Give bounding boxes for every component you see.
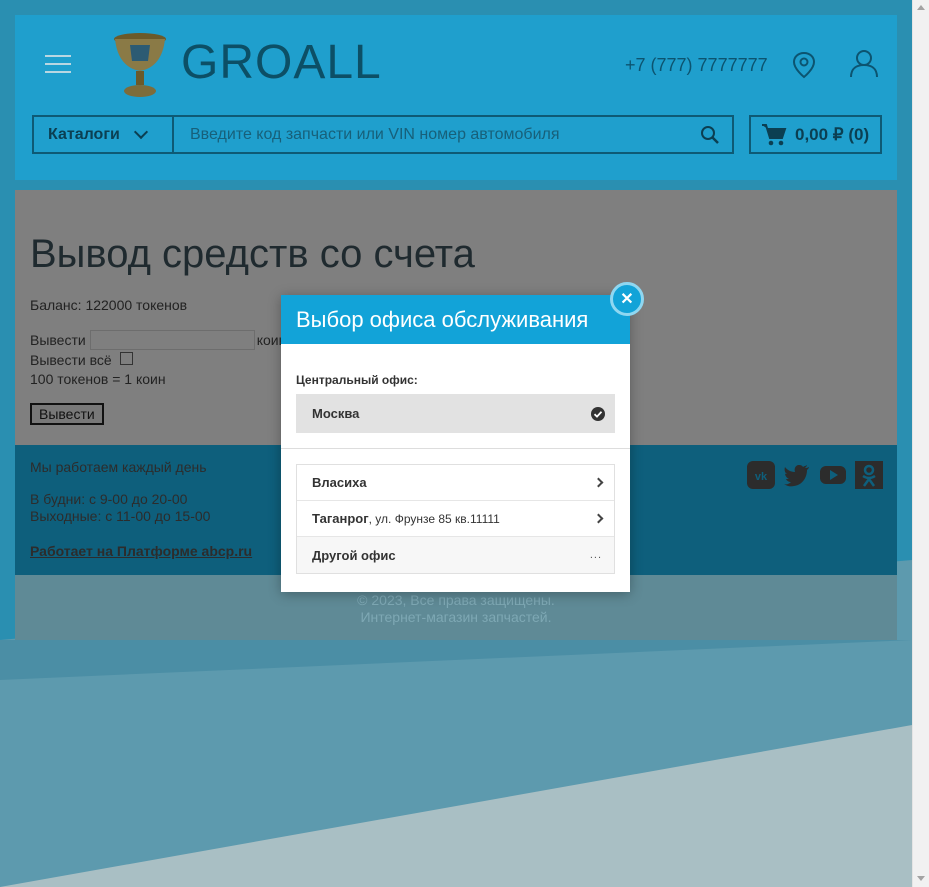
phone-number[interactable]: +7 (777) 7777777 — [625, 55, 768, 76]
twitter-icon[interactable] — [783, 461, 811, 489]
shop-line: Интернет-магазин запчастей. — [360, 609, 552, 625]
platform-link[interactable]: Работает на Платформе abcp.ru — [30, 543, 252, 559]
balance-text: Баланс: 122000 токенов — [30, 297, 188, 313]
exchange-rate-text: 100 токенов = 1 коин — [30, 371, 166, 387]
catalog-dropdown-button[interactable]: Каталоги — [34, 117, 174, 152]
cart-button[interactable]: 0,00 ₽ (0) — [749, 115, 882, 154]
withdraw-all-label: Вывести всё — [30, 352, 112, 368]
search-bar: Каталоги — [32, 115, 734, 154]
cart-total: 0,00 ₽ (0) — [795, 124, 870, 144]
odnoklassniki-icon[interactable] — [855, 461, 883, 489]
logo-text[interactable]: GROALL — [181, 35, 382, 90]
modal-body: Центральный офис: Москва Власиха Таганро… — [281, 373, 630, 574]
withdraw-all-row: Вывести всё — [30, 351, 133, 368]
office-address: , ул. Фрунзе 85 кв.11111 — [368, 512, 500, 526]
schedule-title: Мы работаем каждый день — [30, 459, 207, 475]
search-icon[interactable] — [688, 117, 732, 152]
site: GROALL +7 (777) 7777777 Каталоги Введите… — [15, 15, 897, 640]
withdraw-button[interactable]: Вывести — [30, 403, 104, 425]
central-office-name: Москва — [312, 406, 360, 421]
svg-text:vk: vk — [755, 471, 768, 483]
schedule-hours: В будни: с 9-00 до 20-00 Выходные: с 11-… — [30, 491, 210, 525]
withdraw-label: Вывести — [30, 332, 86, 348]
menu-icon[interactable] — [45, 55, 71, 73]
office-name: Власиха — [312, 475, 367, 490]
user-account-icon[interactable] — [849, 48, 879, 78]
location-pin-icon[interactable] — [792, 51, 816, 79]
social-links: vk — [747, 461, 883, 489]
cart-icon — [762, 123, 787, 145]
chevron-down-icon — [133, 124, 148, 139]
office-name: Таганрог — [312, 511, 369, 526]
copyright-line: © 2023, Все права защищены. — [357, 592, 555, 608]
vk-icon[interactable]: vk — [747, 461, 775, 489]
chevron-right-icon — [593, 477, 604, 488]
withdraw-all-checkbox[interactable] — [119, 351, 133, 365]
office-item-vlasikha[interactable]: Власиха — [297, 465, 614, 501]
central-office-option[interactable]: Москва — [296, 394, 615, 433]
scroll-down-arrow-icon[interactable] — [917, 876, 925, 881]
logo-cup-icon — [114, 33, 166, 97]
withdraw-row: Вывести коин — [30, 330, 286, 350]
divider — [281, 448, 630, 449]
office-list: Власиха Таганрог, ул. Фрунзе 85 кв.11111… — [296, 464, 615, 574]
header: GROALL +7 (777) 7777777 Каталоги Введите… — [15, 15, 897, 180]
close-icon[interactable]: ✕ — [610, 282, 644, 316]
modal-title: Выбор офиса обслуживания — [281, 295, 630, 344]
office-name: Другой офис — [312, 547, 396, 563]
weekends-hours: Выходные: с 11-00 до 15-00 — [30, 508, 211, 524]
more-dots-icon: ... — [589, 549, 602, 561]
central-office-label: Центральный офис: — [296, 373, 418, 387]
office-select-modal: Выбор офиса обслуживания ✕ Центральный о… — [281, 282, 644, 592]
office-item-taganrog[interactable]: Таганрог, ул. Фрунзе 85 кв.11111 — [297, 501, 614, 537]
scrollbar[interactable] — [912, 0, 929, 887]
chevron-right-icon — [593, 513, 604, 524]
weekdays-hours: В будни: с 9-00 до 20-00 — [30, 491, 188, 507]
copyright-text: © 2023, Все права защищены. Интернет-маг… — [15, 592, 897, 626]
withdraw-amount-input[interactable] — [89, 330, 255, 350]
office-item-other[interactable]: Другой офис ... — [297, 537, 614, 573]
page-title: Вывод средств со счета — [30, 232, 475, 276]
check-circle-icon — [591, 406, 605, 421]
youtube-icon[interactable] — [819, 461, 847, 489]
catalog-label: Каталоги — [48, 125, 120, 143]
scroll-up-arrow-icon[interactable] — [917, 5, 925, 10]
search-input[interactable] — [174, 117, 688, 152]
